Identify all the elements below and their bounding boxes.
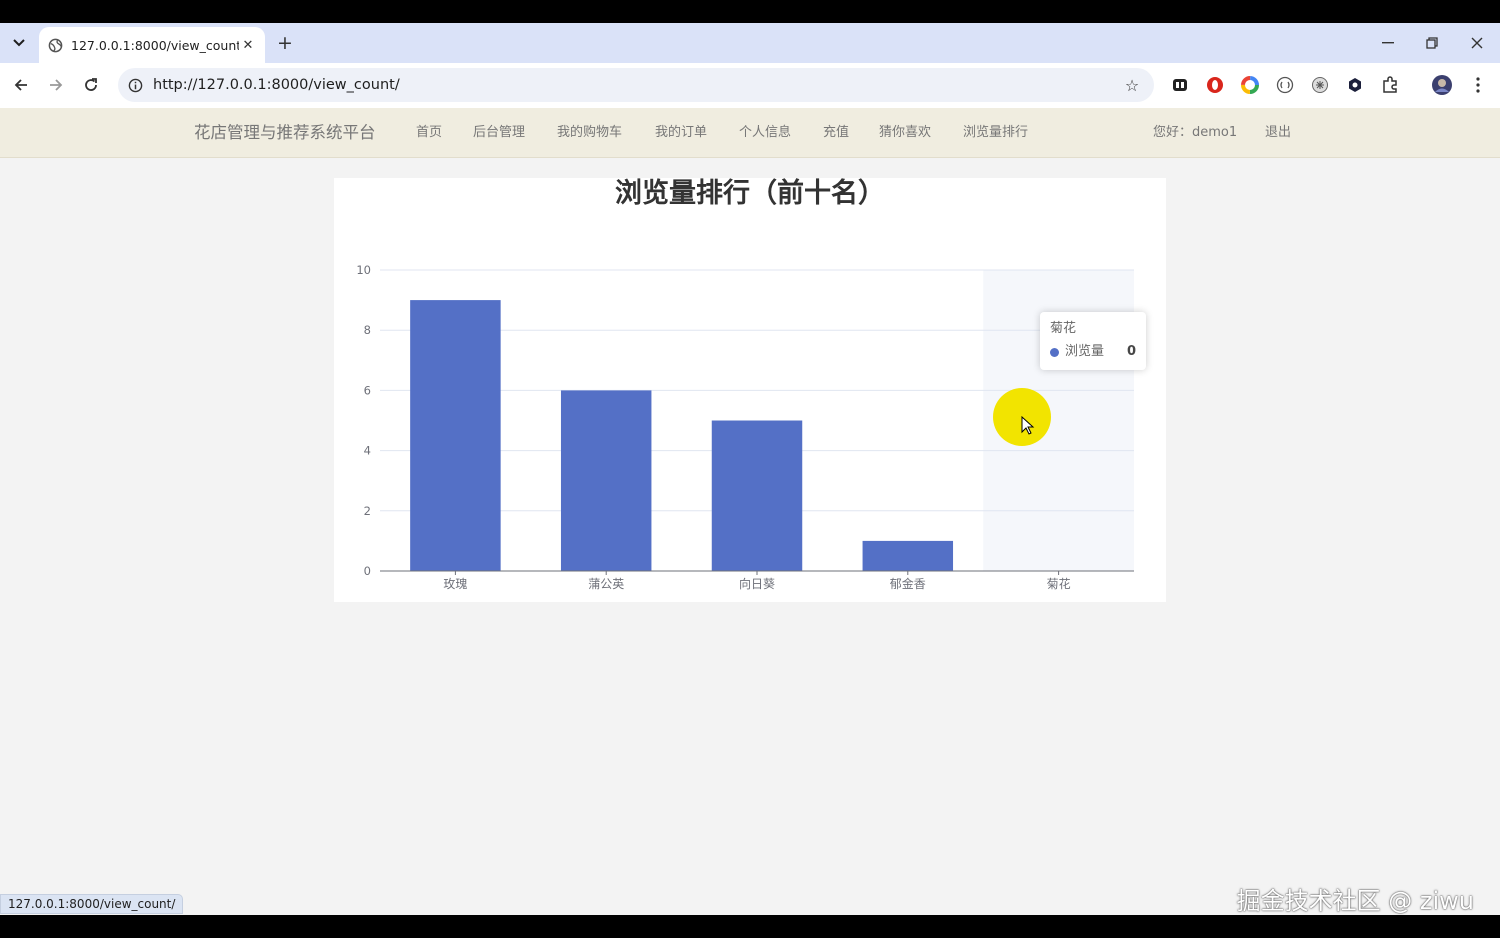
user-greeting: 您好：demo1 [1153, 125, 1238, 140]
chart-tooltip: 菊花 浏览量 0 [1040, 312, 1146, 370]
nav-orders[interactable]: 我的订单 [655, 108, 707, 158]
minimize-icon[interactable] [1377, 32, 1399, 54]
extension-icon[interactable] [1275, 75, 1295, 95]
bar [711, 420, 803, 571]
tooltip-category: 菊花 [1050, 321, 1077, 336]
status-url: 127.0.0.1:8000/view_count/ [0, 894, 184, 914]
bar [410, 300, 501, 571]
nav-recommend[interactable]: 猜你喜欢 [879, 108, 931, 158]
reload-icon[interactable] [79, 73, 103, 97]
site-info-icon[interactable] [125, 75, 145, 95]
tab-strip: 127.0.0.1:8000/view_count/ ✕ + [0, 23, 1500, 63]
x-tick-label: 菊花 [1047, 576, 1071, 591]
chart-card: 浏览量排行（前十名） 0 2 4 6 8 10 玫瑰 蒲公英 向日葵 郁金香 菊花 [334, 178, 1166, 602]
bookmark-star-icon[interactable]: ☆ [1122, 75, 1142, 95]
series-dot [1050, 347, 1059, 357]
y-tick-label: 6 [364, 383, 371, 397]
site-brand[interactable]: 花店管理与推荐系统平台 [194, 108, 376, 158]
mouse-cursor-icon [1021, 416, 1035, 435]
logout-link[interactable]: 退出 [1265, 108, 1291, 158]
kebab-menu-icon[interactable] [1468, 75, 1488, 95]
y-tick-label: 8 [364, 323, 371, 337]
extension-icon[interactable] [1310, 75, 1330, 95]
tab-title: 127.0.0.1:8000/view_count/ [71, 37, 239, 53]
x-tick-label: 郁金香 [890, 576, 926, 591]
nav-cart[interactable]: 我的购物车 [557, 108, 622, 158]
nav-view-ranking[interactable]: 浏览量排行 [963, 108, 1028, 158]
address-bar[interactable]: http://127.0.0.1:8000/view_count/ ☆ [118, 68, 1154, 102]
close-tab-icon[interactable]: ✕ [239, 36, 257, 54]
globe-icon [47, 37, 63, 53]
extension-icon[interactable] [1170, 75, 1190, 95]
bar [862, 540, 954, 571]
tooltip-series: 浏览量 [1065, 344, 1105, 359]
back-icon[interactable] [9, 73, 33, 97]
browser-toolbar: http://127.0.0.1:8000/view_count/ ☆ [0, 63, 1500, 108]
nav-recharge[interactable]: 充值 [823, 108, 849, 158]
restore-icon[interactable] [1421, 32, 1443, 54]
browser-window: 127.0.0.1:8000/view_count/ ✕ + http://12… [0, 23, 1500, 915]
extension-icon[interactable] [1240, 75, 1260, 95]
y-tick-label: 4 [364, 444, 371, 458]
nav-home[interactable]: 首页 [416, 108, 442, 158]
x-tick-label: 向日葵 [739, 576, 775, 591]
bar [560, 390, 652, 571]
url-text: http://127.0.0.1:8000/view_count/ [153, 77, 400, 93]
nav-profile[interactable]: 个人信息 [739, 108, 791, 158]
tab-search-icon[interactable] [8, 32, 30, 54]
y-tick-label: 10 [356, 263, 371, 277]
y-tick-label: 0 [364, 564, 371, 578]
forward-icon[interactable] [44, 73, 68, 97]
site-navbar: 花店管理与推荐系统平台 首页 后台管理 我的购物车 我的订单 个人信息 充值 猜… [0, 108, 1500, 158]
extension-icon[interactable] [1345, 75, 1365, 95]
x-tick-label: 玫瑰 [443, 576, 467, 591]
tooltip-value: 0 [1126, 344, 1136, 359]
nav-admin[interactable]: 后台管理 [473, 108, 525, 158]
avatar[interactable] [1432, 75, 1452, 95]
active-tab[interactable]: 127.0.0.1:8000/view_count/ ✕ [39, 27, 265, 63]
watermark: 掘金技术社区 @ ziwu [1236, 887, 1474, 915]
y-tick-label: 2 [364, 504, 371, 518]
bar-chart: 0 2 4 6 8 10 玫瑰 蒲公英 向日葵 郁金香 菊花 [356, 263, 1134, 591]
x-tick-label: 蒲公英 [588, 577, 624, 591]
new-tab-icon[interactable]: + [274, 32, 296, 54]
close-window-icon[interactable] [1466, 32, 1488, 54]
extension-icon[interactable] [1205, 75, 1225, 95]
puzzle-icon[interactable] [1380, 75, 1400, 95]
